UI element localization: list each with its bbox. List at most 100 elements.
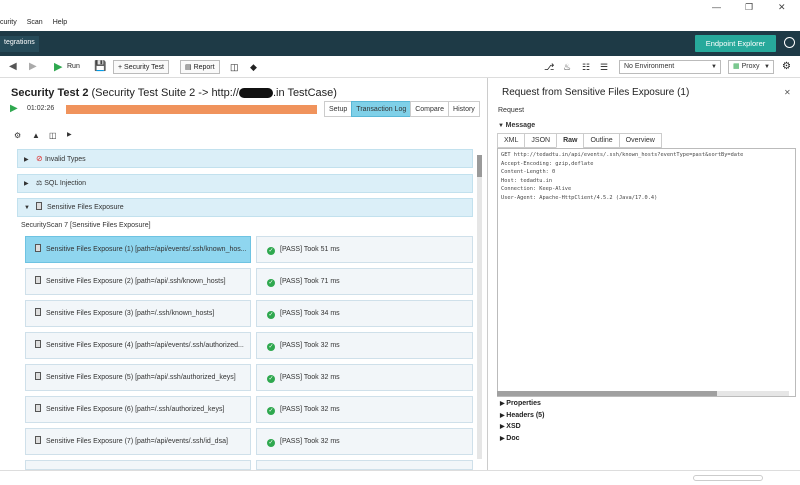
sql-icon: ⚖: [36, 180, 45, 187]
top-navbar: tegrations: [0, 31, 800, 56]
tab-transaction-log[interactable]: Transaction Log: [351, 101, 412, 117]
user-icon[interactable]: [784, 37, 795, 48]
back-icon[interactable]: ◀: [9, 60, 17, 74]
progress-bar: [66, 105, 317, 114]
proxy-label: Proxy: [741, 63, 760, 70]
scrollbar-thumb[interactable]: [497, 391, 717, 396]
scan-label: SecurityScan 7 [Sensitive Files Exposure…: [21, 222, 151, 229]
tab-raw[interactable]: Raw: [556, 133, 585, 148]
menu-scan[interactable]: Scan: [27, 19, 43, 31]
step-result[interactable]: ✓ [PASS] Took 32 ms: [256, 364, 473, 391]
diamond-icon[interactable]: ◆: [250, 60, 257, 74]
step-row[interactable]: Sensitive Files Exposure (4) [path=/api/…: [25, 332, 251, 359]
eraser-icon[interactable]: ▲: [32, 131, 40, 140]
menu-security[interactable]: curity: [0, 19, 17, 31]
proxy-select[interactable]: ▦ Proxy ▼: [728, 60, 774, 74]
save-icon[interactable]: 💾: [94, 60, 106, 74]
tab-json[interactable]: JSON: [524, 133, 558, 148]
step-row[interactable]: Sensitive Files Exposure (1) [path=/api/…: [25, 236, 251, 263]
chevron-down-icon: ▼: [764, 64, 770, 70]
raw-message-editor[interactable]: GET http://tedadtu.in/api/events/.ssh/kn…: [497, 148, 796, 397]
tab-history[interactable]: History: [448, 101, 480, 117]
result-text: [PASS] Took 51 ms: [280, 246, 340, 253]
doc-label: Doc: [506, 435, 520, 442]
gear-icon[interactable]: ⚙: [782, 60, 791, 74]
result-text: [PASS] Took 32 ms: [280, 374, 340, 381]
menu-help[interactable]: Help: [53, 19, 67, 31]
section-invalid-types[interactable]: ▶ ⊘ Invalid Types: [17, 149, 473, 168]
list-icon[interactable]: ☰: [600, 60, 608, 74]
tab-setup[interactable]: Setup: [324, 101, 353, 117]
tab-outline[interactable]: Outline: [583, 133, 620, 148]
proxy-icon: ▦: [733, 63, 742, 70]
step-name: Sensitive Files Exposure (2) [path=/api/…: [46, 278, 226, 285]
close-icon[interactable]: ✕: [778, 2, 786, 13]
nav-tab-integrations[interactable]: tegrations: [0, 36, 39, 52]
check-icon: ✓: [267, 279, 275, 287]
status-scroll[interactable]: [693, 475, 763, 481]
scrollbar-thumb[interactable]: [477, 155, 482, 177]
forward-icon[interactable]: ▶: [29, 60, 37, 74]
security-test-button[interactable]: + Security Test: [113, 60, 169, 74]
minimize-icon[interactable]: —: [712, 2, 721, 12]
step-row[interactable]: Sensitive Files Exposure (5) [path=/api/…: [25, 364, 251, 391]
redacted-host: [238, 88, 273, 99]
chevron-down-icon: ▼: [711, 64, 717, 70]
step-name: Sensitive Files Exposure (1) [path=/api/…: [46, 246, 247, 253]
check-icon: ✓: [267, 247, 275, 255]
section-label: Invalid Types: [44, 156, 86, 163]
settings-icon[interactable]: ⚙: [14, 131, 21, 140]
properties-section[interactable]: ▶ Properties: [500, 400, 541, 407]
run-button[interactable]: Run: [67, 60, 80, 74]
section-sql-injection[interactable]: ▶ ⚖ SQL Injection: [17, 174, 473, 193]
message-label: Message: [505, 122, 536, 129]
step-result-partial[interactable]: [256, 460, 473, 470]
check-icon: ✓: [267, 311, 275, 319]
horizontal-scrollbar[interactable]: [497, 391, 789, 396]
testcase-title-mid: (Security Test Suite 2 -> http://: [88, 87, 239, 99]
section-sensitive-files[interactable]: ▼ Sensitive Files Exposure: [17, 198, 473, 217]
title-bar: — ❐ ✕: [0, 0, 800, 16]
git-icon[interactable]: ⎇: [544, 60, 554, 74]
caret-right-icon[interactable]: ▶: [67, 131, 72, 138]
environment-value: No Environment: [624, 63, 675, 70]
tab-overview[interactable]: Overview: [618, 133, 662, 148]
headers-label: Headers (5): [506, 412, 545, 419]
tab-compare[interactable]: Compare: [410, 101, 450, 117]
testcase-panel: Security Test 2 (Security Test Suite 2 -…: [0, 78, 488, 470]
security-test-label: Security Test: [124, 64, 164, 71]
step-result[interactable]: ✓ [PASS] Took 34 ms: [256, 300, 473, 327]
maximize-icon[interactable]: ❐: [745, 2, 753, 13]
status-bar: [0, 470, 800, 485]
close-icon[interactable]: ✕: [784, 88, 791, 97]
environment-select[interactable]: No Environment ▼: [619, 60, 721, 74]
vertical-scrollbar[interactable]: [477, 155, 482, 459]
run-icon[interactable]: ▶: [10, 103, 18, 114]
step-row[interactable]: Sensitive Files Exposure (3) [path=/.ssh…: [25, 300, 251, 327]
caret-down-icon: ▼: [24, 205, 30, 211]
step-row[interactable]: Sensitive Files Exposure (2) [path=/api/…: [25, 268, 251, 295]
bell-icon[interactable]: ♨: [563, 60, 571, 74]
document-icon: [35, 404, 41, 412]
step-result[interactable]: ✓ [PASS] Took 51 ms: [256, 236, 473, 263]
step-result[interactable]: ✓ [PASS] Took 32 ms: [256, 396, 473, 423]
xsd-section[interactable]: ▶ XSD: [500, 423, 521, 430]
export-icon[interactable]: ◫: [49, 131, 57, 140]
step-result[interactable]: ✓ [PASS] Took 71 ms: [256, 268, 473, 295]
headers-section[interactable]: ▶ Headers (5): [500, 412, 544, 419]
endpoint-explorer-button[interactable]: Endpoint Explorer: [695, 35, 776, 52]
step-row-partial[interactable]: [25, 460, 251, 470]
properties-label: Properties: [506, 400, 541, 407]
document-icon: [35, 308, 41, 316]
run-icon[interactable]: ▶: [54, 60, 62, 74]
step-result[interactable]: ✓ [PASS] Took 32 ms: [256, 428, 473, 455]
doc-section[interactable]: ▶ Doc: [500, 435, 520, 442]
step-result[interactable]: ✓ [PASS] Took 32 ms: [256, 332, 473, 359]
database-icon[interactable]: ☷: [582, 60, 590, 74]
step-row[interactable]: Sensitive Files Exposure (7) [path=/api/…: [25, 428, 251, 455]
export-icon[interactable]: ◫: [230, 60, 239, 74]
message-section[interactable]: ▼ Message: [498, 122, 535, 129]
step-row[interactable]: Sensitive Files Exposure (6) [path=/.ssh…: [25, 396, 251, 423]
tab-xml[interactable]: XML: [497, 133, 526, 148]
report-button[interactable]: ▤ Report: [180, 60, 220, 74]
